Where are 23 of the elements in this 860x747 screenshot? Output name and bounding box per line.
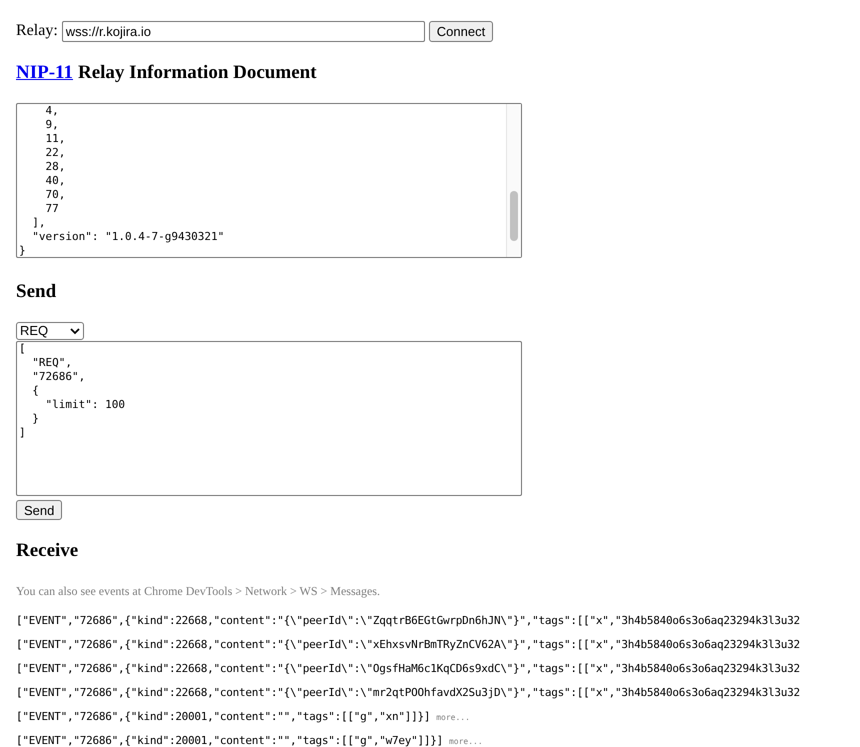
send-button[interactable]: Send (16, 500, 62, 520)
hint-text: You can also see events at Chrome DevTools > Network > WS > Messages. (16, 582, 381, 600)
chevron-down-icon (70, 328, 80, 334)
info-document-text: 4, 9, 11, 22, 28, 40, 70, 77 ], "version": "1.0.4-7-g9430321" } (18, 104, 226, 256)
relay-url-field[interactable]: wss://r.kojira.io (62, 20, 425, 42)
event-message: ["EVENT","72686",{"kind":22668,"content":"{\"peerId\":\"OgsfHaM6c1KqCD6s9xdC\"}","tags":[["x","3h4b5840o6s3o6aq23294k3l3u32 (16, 661, 800, 678)
section-heading: Receive (16, 539, 80, 563)
section-heading: Relay Information Document (78, 61, 317, 85)
connect-button[interactable]: Connect (428, 20, 494, 42)
section-heading: Send (16, 280, 58, 304)
type-select[interactable]: REQ (16, 322, 84, 340)
scrollbar[interactable] (506, 104, 521, 256)
event-message: ["EVENT","72686",{"kind":22668,"content":"{\"peerId\":\"ZqqtrB6EGtGwrpDn6hJN\"}","tags":[["x","3h4b5840o6s3o6aq23294k3l3u32 (16, 613, 800, 630)
more-link[interactable]: more... (436, 712, 470, 724)
message-input-field[interactable]: [ "REQ", "72686", { "limit": 100 } ] (16, 341, 522, 496)
event-message: ["EVENT","72686",{"kind":20001,"content":"","tags":[["g","w7ey"]]}] (16, 733, 443, 747)
more-link[interactable]: more... (448, 736, 483, 747)
event-message: ["EVENT","72686",{"kind":22668,"content":"{\"peerId\":\"xEhxsvNrBmTRyZnCV62A\"}","tags":[["x","3h4b5840o6s3o6aq23294k3l3u32 (16, 637, 800, 654)
scrollbar-thumb[interactable] (510, 190, 518, 240)
nip-link[interactable]: NIP-11 (16, 59, 73, 88)
event-message: ["EVENT","72686",{"kind":20001,"content":"","tags":[["g","xn"]]}] (16, 709, 430, 726)
relay-label: Relay: (16, 21, 58, 41)
event-message: ["EVENT","72686",{"kind":22668,"content":"{\"peerId\":\"mr2qtPOOhfavdX2Su3jD\"}","tags":[["x","3h4b5840o6s3o6aq23294k3l3u32 (16, 685, 800, 702)
